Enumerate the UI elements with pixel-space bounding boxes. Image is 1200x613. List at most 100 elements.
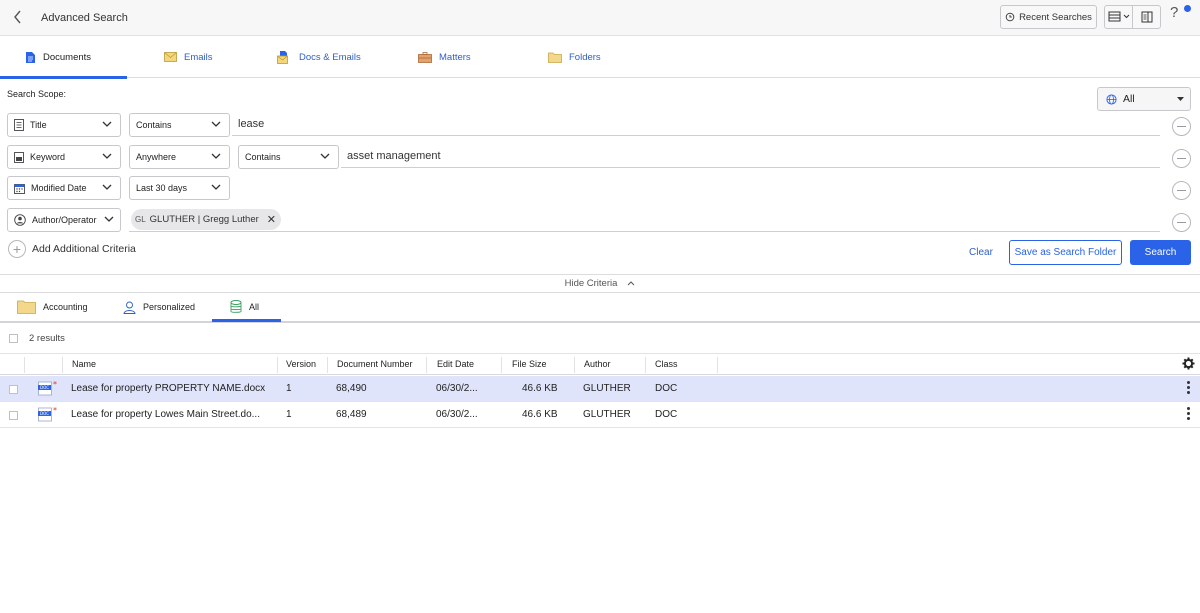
preview-pane-button[interactable] — [1132, 6, 1160, 28]
column-separator — [24, 357, 25, 373]
document-icon — [26, 51, 35, 63]
hide-criteria-toggle[interactable]: Hide Criteria — [0, 274, 1200, 293]
remove-criteria-icon[interactable] — [1172, 213, 1191, 232]
remove-criteria-icon[interactable] — [1172, 149, 1191, 168]
row-checkbox[interactable] — [9, 411, 18, 420]
remove-chip-icon[interactable]: ✕ — [267, 213, 276, 226]
cell-author: GLUTHER — [583, 383, 631, 394]
criteria-field-label: Keyword — [30, 152, 66, 162]
criteria-field-label: Author/Operator — [32, 215, 97, 225]
back-button[interactable] — [8, 6, 28, 28]
tab-matters[interactable]: Matters — [418, 36, 471, 78]
chevron-down-icon — [320, 153, 330, 159]
tab-folders[interactable]: Folders — [548, 36, 601, 78]
tab-documents[interactable]: Documents — [0, 36, 128, 79]
row-actions-icon[interactable] — [1185, 407, 1191, 420]
column-author[interactable]: Author — [584, 359, 611, 369]
author-chip[interactable]: GL GLUTHER | Gregg Luther ✕ — [131, 209, 281, 230]
tab-docs-emails[interactable]: Docs & Emails — [277, 36, 361, 78]
search-type-tabs: Documents Emails Docs & Emails Matters F… — [0, 36, 1200, 79]
remove-criteria-icon[interactable] — [1172, 181, 1191, 200]
column-file-size[interactable]: File Size — [512, 359, 547, 369]
recent-searches-button[interactable]: Recent Searches — [1000, 5, 1097, 29]
date-range-select[interactable]: Last 30 days — [129, 176, 230, 200]
results-count: 2 results — [29, 332, 65, 344]
criteria-field-label: Title — [30, 120, 47, 130]
cell-name[interactable]: Lease for property Lowes Main Street.do.… — [71, 409, 260, 420]
chevron-down-icon — [104, 216, 114, 222]
date-range-label: Last 30 days — [136, 183, 188, 193]
select-all-checkbox[interactable] — [9, 333, 18, 343]
criteria-operator-select[interactable]: Contains — [129, 113, 230, 137]
table-view-button[interactable] — [1105, 6, 1132, 28]
cell-document-number: 68,489 — [336, 409, 367, 420]
column-name[interactable]: Name — [72, 359, 96, 369]
chevron-down-icon — [102, 121, 112, 127]
tab-emails-label: Emails — [184, 51, 213, 63]
column-separator — [62, 357, 63, 373]
criteria-operator-select[interactable]: Contains — [238, 145, 339, 169]
tab-docs-emails-label: Docs & Emails — [299, 51, 361, 63]
save-as-search-folder-button[interactable]: Save as Search Folder — [1009, 240, 1122, 265]
person-icon — [123, 301, 136, 314]
cell-name[interactable]: Lease for property PROPERTY NAME.docx — [71, 383, 265, 394]
criteria-field-select-modified-date[interactable]: Modified Date — [7, 176, 121, 200]
keyword-value-underline — [341, 167, 1160, 168]
criteria-field-label: Modified Date — [31, 183, 87, 193]
calendar-icon — [14, 183, 25, 194]
recent-searches-label: Recent Searches — [1019, 11, 1092, 23]
column-class[interactable]: Class — [655, 359, 678, 369]
svg-text:*: * — [53, 381, 57, 389]
chevron-down-icon — [211, 153, 221, 159]
folder-icon — [548, 52, 562, 63]
library-tabs: Accounting Personalized All — [0, 293, 1200, 323]
tab-documents-label: Documents — [43, 51, 92, 63]
column-edit-date[interactable]: Edit Date — [437, 359, 474, 369]
cell-version: 1 — [286, 383, 292, 394]
title-field-icon — [14, 119, 24, 131]
plus-icon: + — [8, 240, 26, 258]
page-title: Advanced Search — [41, 12, 128, 24]
tab-personalized[interactable]: Personalized — [123, 293, 195, 321]
notification-dot — [1184, 5, 1191, 12]
search-button[interactable]: Search — [1130, 240, 1191, 265]
globe-icon — [1106, 93, 1117, 105]
row-checkbox[interactable] — [9, 385, 18, 394]
cell-edit-date: 06/30/2... — [436, 409, 478, 420]
add-criteria-label: Add Additional Criteria — [32, 243, 136, 255]
column-separator — [327, 357, 328, 373]
docs-emails-icon — [277, 51, 288, 64]
column-version[interactable]: Version — [286, 359, 316, 369]
doc-file-icon: DOC * — [38, 407, 57, 422]
preview-pane-icon — [1141, 11, 1152, 23]
chevron-left-icon — [14, 10, 21, 24]
search-scope-label: Search Scope: — [7, 89, 67, 99]
criteria-field-select-author[interactable]: Author/Operator — [7, 208, 121, 232]
chevron-down-icon — [102, 153, 112, 159]
add-additional-criteria[interactable]: + Add Additional Criteria — [8, 240, 136, 258]
clear-button[interactable]: Clear — [969, 247, 993, 258]
chevron-down-icon — [211, 121, 221, 127]
briefcase-icon — [418, 51, 432, 63]
chevron-down-icon — [102, 184, 112, 190]
criteria-operator-label: Contains — [245, 152, 281, 162]
title-value-input[interactable]: lease — [238, 118, 264, 130]
column-document-number[interactable]: Document Number — [337, 359, 413, 369]
remove-criteria-icon[interactable] — [1172, 117, 1191, 136]
email-icon — [164, 52, 177, 62]
criteria-location-select[interactable]: Anywhere — [129, 145, 230, 169]
search-scope-select[interactable]: All — [1097, 87, 1191, 111]
svg-text:*: * — [53, 407, 57, 415]
criteria-field-select-title[interactable]: Title — [7, 113, 121, 137]
table-row[interactable]: DOC * Lease for property Lowes Main Stre… — [0, 402, 1200, 428]
table-view-icon — [1108, 11, 1129, 22]
gear-icon[interactable] — [1182, 357, 1195, 370]
criteria-field-select-keyword[interactable]: Keyword — [7, 145, 121, 169]
table-row[interactable]: DOC * Lease for property PROPERTY NAME.d… — [0, 376, 1200, 402]
tab-all[interactable]: All — [211, 293, 282, 322]
tab-emails[interactable]: Emails — [164, 36, 213, 78]
tab-accounting[interactable]: Accounting — [17, 293, 88, 321]
row-actions-icon[interactable] — [1185, 381, 1191, 394]
keyword-value-input[interactable]: asset management — [347, 150, 441, 162]
column-separator — [717, 357, 718, 373]
